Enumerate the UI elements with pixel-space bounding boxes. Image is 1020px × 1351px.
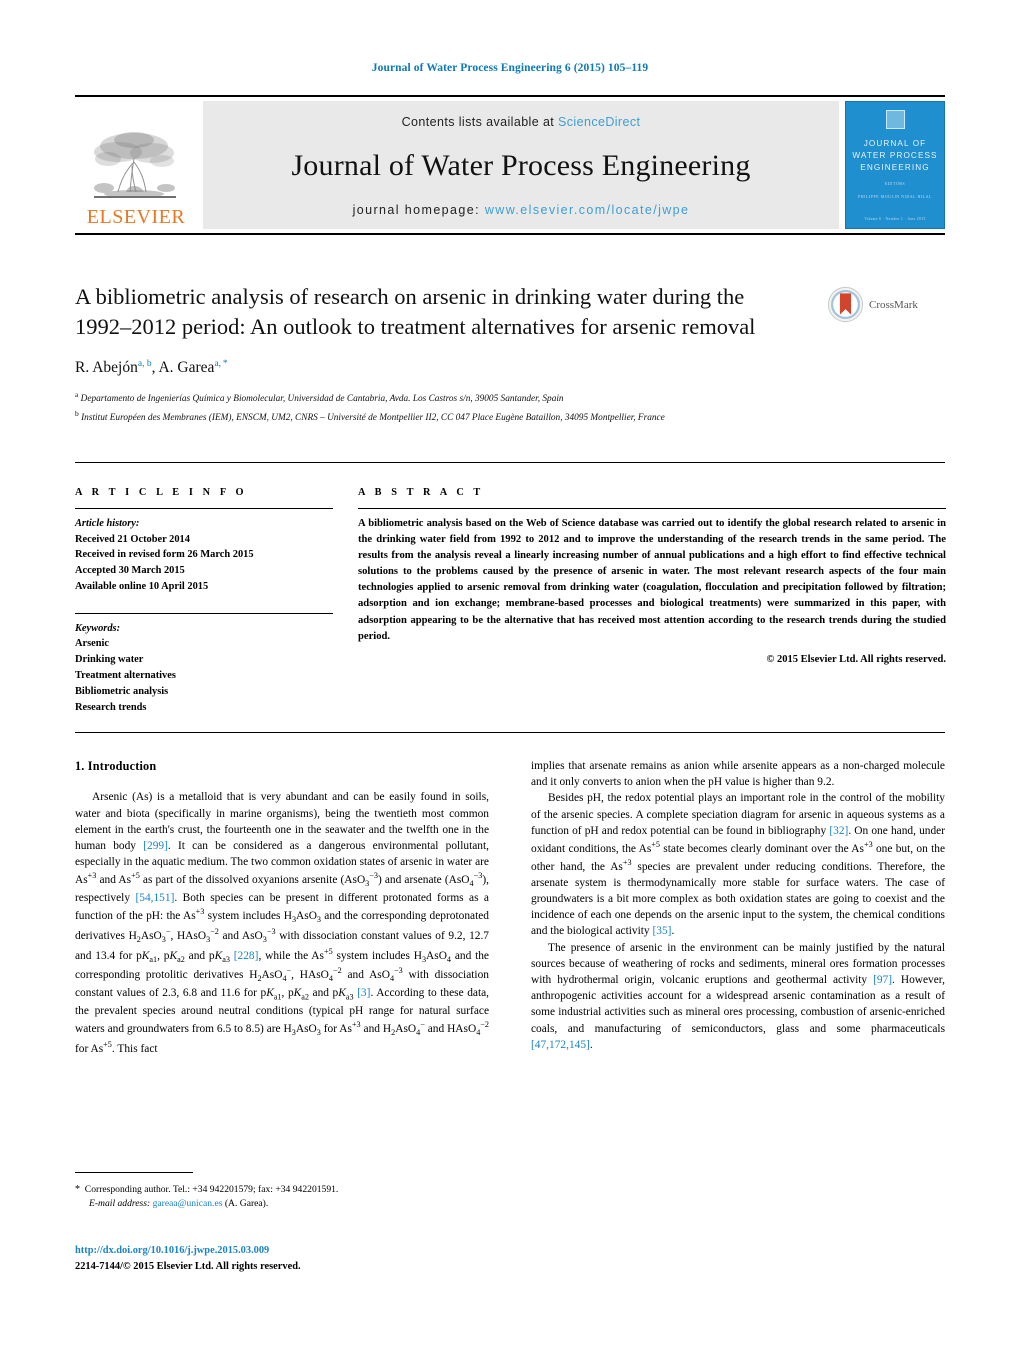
- divider-above-abstract: [75, 462, 945, 463]
- affiliation-a: a Departamento de Ingenierías Química y …: [75, 390, 564, 405]
- article-info-rule: [75, 508, 333, 509]
- email-address-owner: (A. Garea).: [224, 1198, 269, 1210]
- contents-prefix: Contents lists available at: [401, 115, 559, 129]
- article-history-online: Available online 10 April 2015: [75, 581, 209, 593]
- keyword-item: Treatment alternatives: [75, 670, 176, 682]
- cover-editors-label: EDITORS: [884, 180, 906, 186]
- keyword-item: Bibliometric analysis: [75, 685, 169, 697]
- affiliations: a Departamento de Ingenierías Química y …: [75, 389, 945, 425]
- sciencedirect-link[interactable]: ScienceDirect: [558, 115, 640, 129]
- elsevier-logo: ELSEVIER: [75, 101, 197, 229]
- abstract-copyright: © 2015 Elsevier Ltd. All rights reserved…: [766, 653, 946, 665]
- corresponding-author-footnote: * Corresponding author. Tel.: +34 942201…: [75, 1182, 489, 1212]
- affiliation-b: b Institut Européen des Membranes (IEM),…: [75, 408, 665, 423]
- running-head: Journal of Water Process Engineering 6 (…: [371, 62, 649, 74]
- cover-emblem-icon: [885, 110, 905, 129]
- elsevier-tree-icon: [94, 132, 176, 198]
- body-column-right: implies that arsenate remains as anion w…: [531, 758, 945, 1053]
- email-address-label: E-mail address:: [89, 1198, 151, 1210]
- affiliation-b-text: Institut Européen des Membranes (IEM), E…: [81, 412, 665, 423]
- intro-paragraph-2: Besides pH, the redox potential plays an…: [531, 792, 946, 938]
- elsevier-wordmark: ELSEVIER: [86, 206, 186, 228]
- homepage-prefix: journal homepage:: [352, 203, 485, 217]
- crossmark-label: CrossMark: [869, 298, 918, 311]
- article-history-accepted: Accepted 30 March 2015: [75, 565, 185, 577]
- intro-paragraph-1: Arsenic (As) is a metalloid that is very…: [75, 791, 490, 1055]
- abstract-heading: A B S T R A C T: [358, 487, 484, 498]
- intro-paragraph-3: The presence of arsenic in the environme…: [531, 941, 945, 1051]
- email-address-link[interactable]: gareaa@unican.es: [153, 1198, 223, 1209]
- keyword-item: Drinking water: [75, 654, 144, 666]
- journal-masthead: ELSEVIER Contents lists available at Sci…: [75, 95, 945, 235]
- body-column-left: 1. Introduction Arsenic (As) is a metall…: [75, 758, 489, 1057]
- keyword-item: Research trends: [75, 701, 147, 713]
- doi-block: http://dx.doi.org/10.1016/j.jwpe.2015.03…: [75, 1243, 489, 1275]
- crossmark-icon: [827, 286, 864, 323]
- paper-page: Journal of Water Process Engineering 6 (…: [0, 0, 1020, 1351]
- article-info-heading: A R T I C L E I N F O: [75, 487, 248, 498]
- keywords-rule: [75, 612, 333, 614]
- homepage-url-link[interactable]: www.elsevier.com/locate/jwpe: [485, 203, 690, 217]
- cover-editors: PHILIPPE MOULIN NIDAL HILAL: [858, 194, 932, 200]
- article-history-revised: Received in revised form 26 March 2015: [75, 549, 254, 561]
- abstract-text: A bibliometric analysis based on the Web…: [358, 518, 946, 642]
- title-block: A bibliometric analysis of research on a…: [75, 282, 945, 426]
- abstract-column: A B S T R A C T A bibliometric analysis …: [358, 487, 946, 665]
- journal-homepage-line: journal homepage: www.elsevier.com/locat…: [353, 203, 690, 217]
- keywords-label: Keywords:: [75, 622, 121, 634]
- doi-link[interactable]: http://dx.doi.org/10.1016/j.jwpe.2015.03…: [75, 1243, 489, 1259]
- masthead-center: Contents lists available at ScienceDirec…: [203, 101, 839, 229]
- affiliation-a-text: Departamento de Ingenierías Química y Bi…: [80, 394, 564, 405]
- article-info-column: A R T I C L E I N F O Article history: R…: [75, 487, 333, 716]
- contents-available-line: Contents lists available at ScienceDirec…: [402, 115, 641, 129]
- section-heading-introduction: 1. Introduction: [75, 759, 157, 773]
- crossmark-badge[interactable]: CrossMark: [827, 286, 945, 323]
- corresponding-author-line: * Corresponding author. Tel.: +34 942201…: [75, 1184, 339, 1195]
- journal-cover-thumbnail[interactable]: JOURNAL OF WATER PROCESS ENGINEERING EDI…: [845, 101, 945, 229]
- article-history-label: Article history:: [75, 518, 140, 529]
- keyword-item: Arsenic: [75, 638, 110, 650]
- email-line: E-mail address: gareaa@unican.es (A. Gar…: [75, 1197, 489, 1211]
- article-title: A bibliometric analysis of research on a…: [75, 284, 756, 340]
- keywords-block: Keywords: Arsenic Drinking water Treatme…: [75, 612, 333, 716]
- abstract-rule: [358, 508, 946, 509]
- cover-volume-footer: Volume 6 · Number 1 · June 2015: [864, 217, 926, 221]
- intro-paragraph-1-continued: implies that arsenate remains as anion w…: [531, 760, 945, 789]
- cover-title-line-3: ENGINEERING: [860, 162, 930, 172]
- footnote-divider: [75, 1172, 193, 1173]
- article-history-received: Received 21 October 2014: [75, 533, 190, 545]
- cover-title-line-1: JOURNAL OF: [863, 139, 927, 148]
- author-list: R. Abejóna, b, A. Gareaa, *: [75, 359, 228, 377]
- cover-title-line-2: WATER PROCESS: [852, 150, 938, 160]
- journal-title: Journal of Water Process Engineering: [291, 149, 751, 182]
- divider-below-abstract: [75, 732, 945, 733]
- issn-copyright-line: 2214-7144/© 2015 Elsevier Ltd. All right…: [75, 1261, 301, 1273]
